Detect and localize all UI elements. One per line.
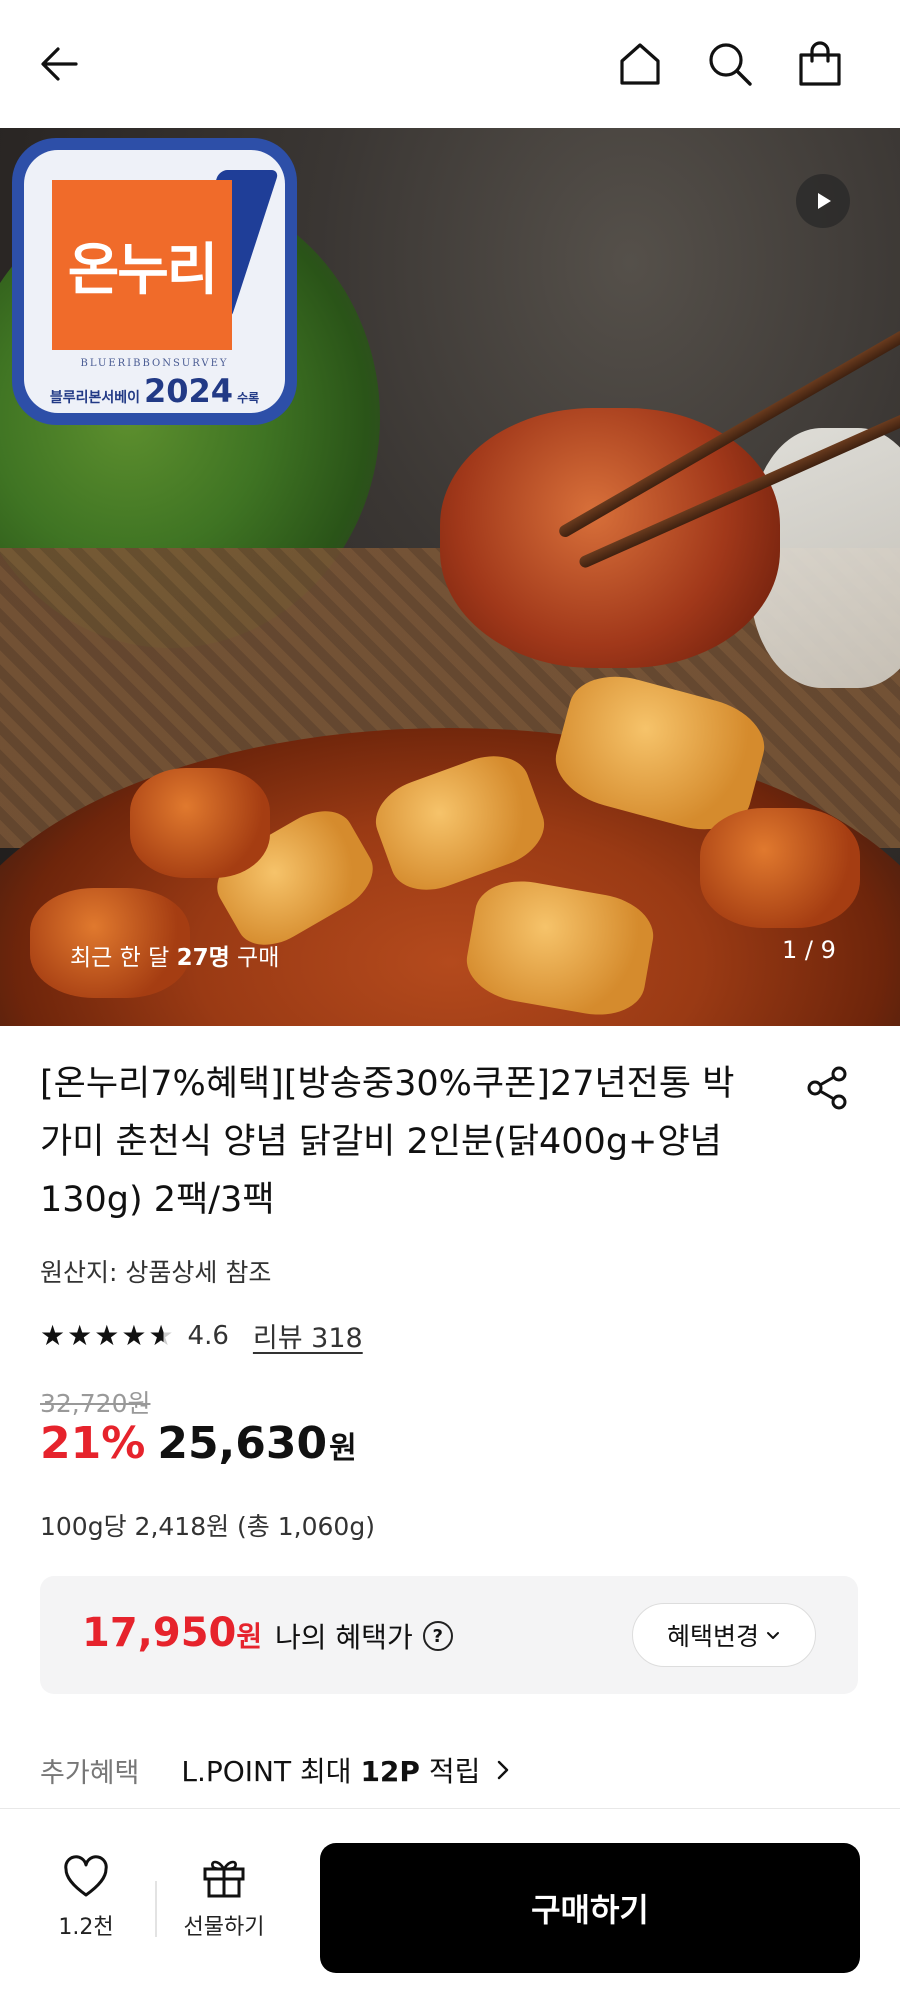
onnuri-logo: 온누리 <box>52 180 232 350</box>
gift-label: 선물하기 <box>183 1915 265 1940</box>
shopping-bag-icon[interactable] <box>788 32 852 96</box>
star-icon: ★ <box>94 1318 120 1352</box>
back-arrow-icon[interactable] <box>28 32 92 96</box>
recent-purchase-count: 최근 한 달 27명 구매 <box>70 938 279 972</box>
like-count: 1.2천 <box>58 1915 114 1940</box>
benefit-price-unit: 원 <box>236 1620 263 1653</box>
image-chicken-bite <box>440 408 780 668</box>
unit-price: 100g당 2,418원 (총 1,060g) <box>40 1512 375 1541</box>
lpoint-prefix: L.POINT 최대 <box>181 1755 361 1788</box>
sale-price: 25,630 <box>157 1418 328 1469</box>
extra-benefit-label: 추가혜택 <box>40 1757 140 1789</box>
product-title: [온누리7%혜택][방송중30%쿠폰]27년전통 박가미 춘천식 양념 닭갈비 … <box>40 1064 735 1220</box>
lpoint-suffix: 적립 <box>419 1755 481 1788</box>
home-icon[interactable] <box>608 32 672 96</box>
sale-price-unit: 원 <box>329 1431 357 1466</box>
gift-button[interactable]: 선물하기 <box>178 1855 270 1941</box>
my-benefit-box: 17,950원 나의 혜택가 ? 혜택변경 <box>40 1576 858 1694</box>
badge-label: 블루리본서베이 <box>49 390 140 406</box>
badge-year: 2024 <box>144 372 234 410</box>
purchase-suffix: 구매 <box>229 945 280 971</box>
benefit-label: 나의 혜택가 ? <box>275 1616 453 1656</box>
bottom-action-bar: 1.2천 선물하기 구매하기 <box>0 1808 900 2001</box>
purchase-count-number: 27명 <box>176 945 230 971</box>
rating-value: 4.6 <box>187 1320 229 1351</box>
purchase-prefix: 최근 한 달 <box>70 945 177 971</box>
share-icon[interactable] <box>800 1060 856 1116</box>
star-icon: ★ <box>40 1318 66 1352</box>
benefit-label-text: 나의 혜택가 <box>275 1621 413 1654</box>
bottom-divider <box>155 1881 157 1937</box>
benefit-price: 17,950원 <box>82 1610 262 1656</box>
change-benefit-label: 혜택변경 <box>666 1622 759 1651</box>
star-icon: ★ <box>67 1318 93 1352</box>
price-row: 21% 25,630 원 <box>40 1418 357 1469</box>
buy-button[interactable]: 구매하기 <box>320 1843 860 1973</box>
image-food-piece <box>130 768 270 878</box>
image-food-piece <box>700 808 860 928</box>
star-icon: ★ <box>121 1318 147 1352</box>
help-icon[interactable]: ? <box>422 1621 453 1651</box>
top-navigation-bar <box>0 0 900 128</box>
origin-info: 원산지: 상품상세 참조 <box>40 1258 272 1287</box>
chevron-right-icon <box>498 1760 509 1780</box>
like-button[interactable]: 1.2천 <box>40 1855 132 1941</box>
heart-icon <box>64 1855 108 1897</box>
lpoint-points: 12P <box>360 1755 420 1788</box>
half-star-icon: ★ <box>148 1318 174 1352</box>
blue-ribbon-badge: 온누리 BLUERIBBONSURVEY 블루리본서베이 2024 수록 <box>12 138 297 425</box>
benefit-price-value: 17,950 <box>82 1610 237 1656</box>
search-icon[interactable] <box>698 32 762 96</box>
change-benefit-button[interactable]: 혜택변경 <box>632 1603 816 1667</box>
gift-icon <box>203 1860 245 1898</box>
play-video-button[interactable] <box>796 174 850 228</box>
badge-suffix: 수록 <box>237 391 260 405</box>
rating-row: ★ ★ ★ ★ ★ 4.6 리뷰 318 <box>40 1316 363 1355</box>
discount-rate: 21% <box>40 1418 146 1469</box>
review-link[interactable]: 리뷰 318 <box>253 1316 363 1355</box>
rating-stars: ★ ★ ★ ★ ★ <box>40 1318 174 1352</box>
original-price: 32,720원 <box>40 1389 151 1418</box>
extra-benefit-row[interactable]: 추가혜택 L.POINT 최대 12P 적립 <box>40 1750 512 1790</box>
badge-survey-text: BLUERIBBONSURVEY <box>80 358 229 369</box>
product-image-carousel[interactable]: 온누리 BLUERIBBONSURVEY 블루리본서베이 2024 수록 최근 … <box>0 128 900 1026</box>
chevron-down-icon <box>767 1632 779 1639</box>
extra-benefit-value: L.POINT 최대 12P 적립 <box>181 1750 480 1790</box>
image-page-indicator: 1 / 9 <box>782 936 836 964</box>
play-icon <box>818 193 831 209</box>
onnuri-logo-text: 온누리 <box>67 237 219 303</box>
